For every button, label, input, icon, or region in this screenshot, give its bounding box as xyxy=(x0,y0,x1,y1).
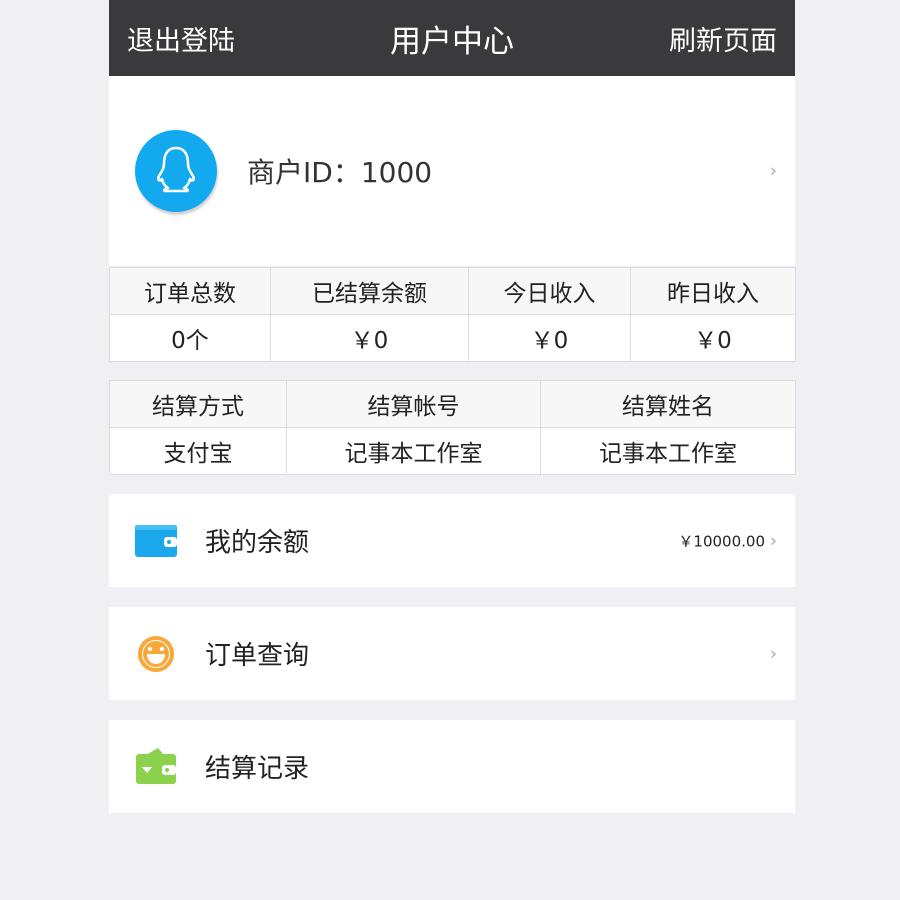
menu-label-orders: 订单查询 xyxy=(205,641,310,671)
payment-value-account: 记事本工作室 xyxy=(286,427,541,475)
stats-header-today-income: 今日收入 xyxy=(468,267,631,315)
stats-value-total-orders: 0个 xyxy=(109,314,271,362)
qq-penguin-icon xyxy=(153,144,199,198)
settlement-info-table: 结算方式 结算帐号 结算姓名 支付宝 记事本工作室 记事本工作室 xyxy=(109,380,796,475)
stats-header-total-orders: 订单总数 xyxy=(109,267,271,315)
wallet-icon xyxy=(133,521,179,561)
menu-item-balance[interactable]: 我的余额 ￥10000.00 › xyxy=(109,494,795,587)
refresh-button[interactable]: 刷新页面 xyxy=(669,19,777,58)
payment-value-method: 支付宝 xyxy=(109,427,287,475)
balance-value: ￥10000.00 xyxy=(678,532,765,550)
profile-card[interactable]: 商户ID：1000 › xyxy=(109,76,795,266)
payment-value-name: 记事本工作室 xyxy=(540,427,796,475)
stats-table: 订单总数 已结算余额 今日收入 昨日收入 0个 ￥0 ￥0 ￥0 xyxy=(109,267,796,362)
payment-header-name: 结算姓名 xyxy=(540,380,796,428)
payment-header-method: 结算方式 xyxy=(109,380,287,428)
stats-value-today-income: ￥0 xyxy=(468,314,631,362)
menu-item-settlement-records[interactable]: 结算记录 xyxy=(109,720,795,813)
top-bar: 退出登陆 用户中心 刷新页面 xyxy=(109,0,795,76)
menu-label-balance: 我的余额 xyxy=(205,528,310,558)
green-wallet-icon xyxy=(133,747,179,787)
stats-header-yesterday-income: 昨日收入 xyxy=(630,267,796,315)
avatar xyxy=(135,130,217,212)
chevron-right-icon: › xyxy=(769,530,777,551)
stats-value-yesterday-income: ￥0 xyxy=(630,314,796,362)
payment-header-account: 结算帐号 xyxy=(286,380,541,428)
smiley-icon xyxy=(133,634,179,674)
menu-label-settlement-records: 结算记录 xyxy=(205,754,310,784)
user-center-page: 退出登陆 用户中心 刷新页面 商户ID：1000 › 订单总数 已结算余额 今日… xyxy=(109,0,796,813)
logout-button[interactable]: 退出登陆 xyxy=(127,19,235,58)
chevron-right-icon: › xyxy=(769,643,777,664)
stats-value-settled-balance: ￥0 xyxy=(270,314,469,362)
chevron-right-icon: › xyxy=(769,160,777,182)
merchant-id: 商户ID：1000 xyxy=(247,156,433,189)
stats-header-settled-balance: 已结算余额 xyxy=(270,267,469,315)
menu-item-orders[interactable]: 订单查询 › xyxy=(109,607,795,700)
